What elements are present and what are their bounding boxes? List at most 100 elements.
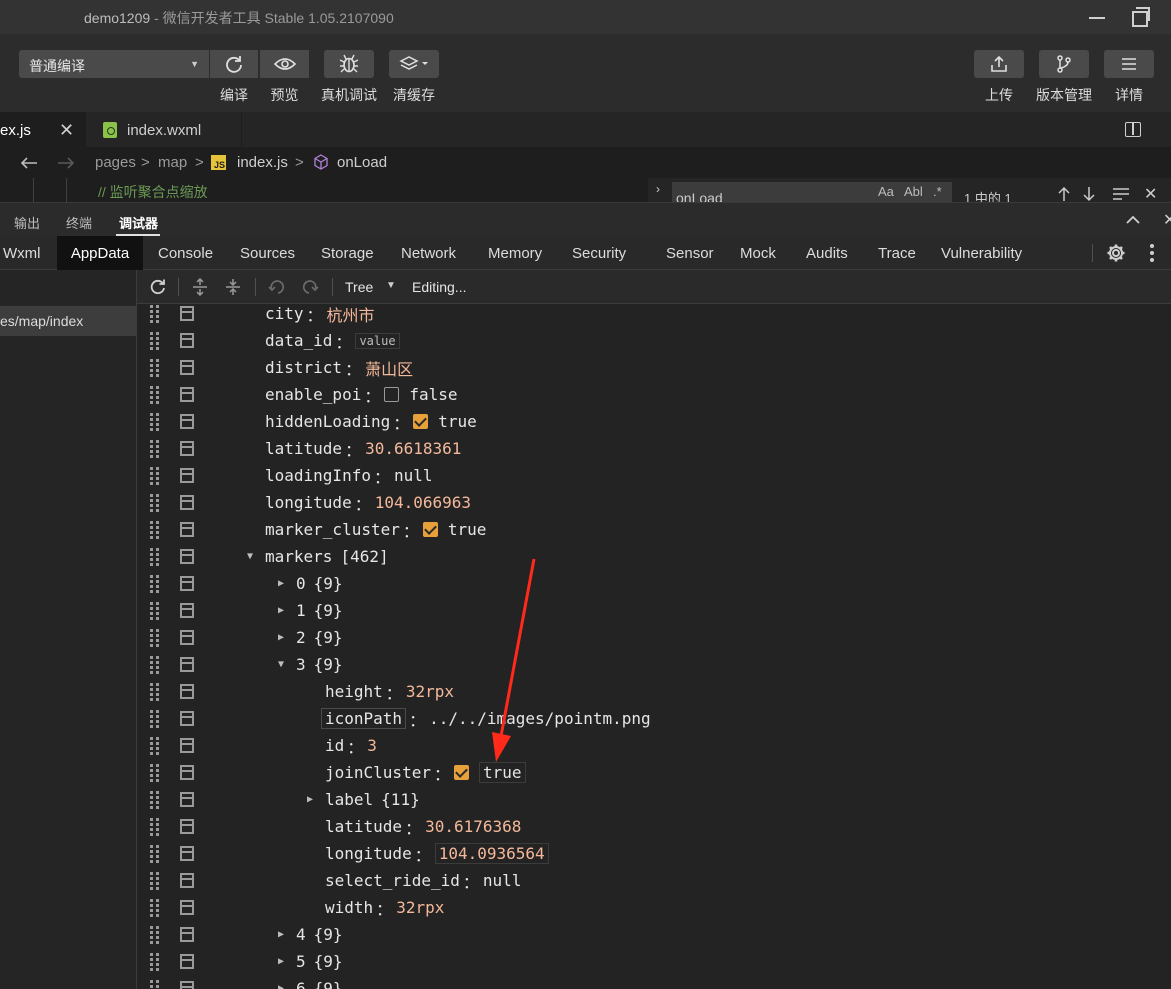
tree-row[interactable]: ▶ 2 {9} — [137, 624, 1171, 651]
device-debug-button[interactable] — [324, 50, 374, 78]
triangle-down-icon[interactable]: ▼ — [247, 551, 265, 562]
triangle-down-icon[interactable]: ▼ — [278, 659, 296, 670]
clear-cache-button[interactable] — [389, 50, 439, 78]
drag-handle-icon[interactable] — [150, 359, 159, 377]
tree-row[interactable]: city：杭州市 — [137, 304, 1171, 327]
tab-trace[interactable]: Trace — [878, 236, 916, 270]
triangle-right-icon[interactable]: ▶ — [278, 632, 296, 643]
drag-handle-icon[interactable] — [150, 602, 159, 620]
drag-handle-icon[interactable] — [150, 791, 159, 809]
drag-handle-icon[interactable] — [150, 386, 159, 404]
tab-debugger[interactable]: 调试器 — [119, 213, 158, 232]
drag-handle-icon[interactable] — [150, 953, 159, 971]
tree-row[interactable]: height： 32rpx — [137, 678, 1171, 705]
tree-row[interactable]: id： 3 — [137, 732, 1171, 759]
drag-handle-icon[interactable] — [150, 926, 159, 944]
view-mode-select[interactable]: Tree — [345, 279, 373, 295]
chevron-down-icon[interactable]: ▼ — [386, 280, 396, 291]
breadcrumb-index-js[interactable]: index.js — [237, 154, 288, 171]
preview-button[interactable] — [260, 50, 309, 78]
tab-index-js[interactable]: ex.js ✕ — [0, 112, 86, 148]
close-icon[interactable]: ✕ — [1144, 184, 1157, 202]
arrow-down-icon[interactable] — [1082, 186, 1096, 202]
drag-handle-icon[interactable] — [150, 764, 159, 782]
details-button[interactable] — [1104, 50, 1154, 78]
tree-value[interactable]: 萧山区 — [365, 356, 413, 380]
drag-handle-icon[interactable] — [150, 899, 159, 917]
tab-security[interactable]: Security — [572, 236, 626, 270]
tab-storage[interactable]: Storage — [321, 236, 374, 270]
tree-value[interactable]: null — [394, 466, 433, 485]
drag-handle-icon[interactable] — [150, 521, 159, 539]
undo-icon[interactable] — [268, 278, 286, 296]
tree-key-editing[interactable]: iconPath — [321, 708, 407, 729]
tree-row[interactable]: ▶ 5 {9} — [137, 948, 1171, 975]
split-editor-icon[interactable] — [1125, 122, 1141, 137]
page-item-map-index[interactable]: es/map/index — [0, 306, 136, 336]
drag-handle-icon[interactable] — [150, 845, 159, 863]
whole-word-icon[interactable]: Abl — [904, 184, 923, 199]
tree-value[interactable]: ../../images/pointm.png — [429, 709, 651, 728]
tree-row[interactable]: ▶ 4 {9} — [137, 921, 1171, 948]
tab-output[interactable]: 输出 — [14, 213, 40, 232]
restore-icon[interactable] — [1128, 6, 1154, 28]
forward-arrow-icon[interactable] — [57, 156, 75, 170]
chevron-right-icon[interactable]: › — [656, 182, 660, 196]
tree-row[interactable]: select_ride_id： null — [137, 867, 1171, 894]
tree-row[interactable]: width： 32rpx — [137, 894, 1171, 921]
tab-index-wxml[interactable]: index.wxml — [88, 112, 242, 148]
tree-value[interactable]: 30.6618361 — [365, 439, 461, 458]
tree-row[interactable]: latitude： 30.6176368 — [137, 813, 1171, 840]
tree-row[interactable]: ▼ markers [462] — [137, 543, 1171, 570]
upload-button[interactable] — [974, 50, 1024, 78]
drag-handle-icon[interactable] — [150, 710, 159, 728]
tab-console[interactable]: Console — [158, 236, 213, 270]
tab-mock[interactable]: Mock — [740, 236, 776, 270]
tab-memory[interactable]: Memory — [488, 236, 542, 270]
tree-row[interactable]: ▶ label {11} — [137, 786, 1171, 813]
regex-icon[interactable]: .* — [933, 184, 942, 199]
checkbox-checked[interactable] — [413, 414, 429, 429]
tree-row[interactable]: longitude： 104.066963 — [137, 489, 1171, 516]
checkbox-unchecked[interactable] — [384, 387, 400, 402]
collapse-all-icon[interactable] — [224, 278, 242, 296]
drag-handle-icon[interactable] — [150, 440, 159, 458]
breadcrumb-map[interactable]: map — [158, 154, 187, 171]
tree-row[interactable]: hiddenLoading： true — [137, 408, 1171, 435]
tree-value-input[interactable]: value — [355, 332, 400, 349]
arrow-up-icon[interactable] — [1057, 186, 1071, 202]
compile-button[interactable] — [210, 50, 258, 78]
tree-value[interactable]: 104.066963 — [375, 493, 471, 512]
back-arrow-icon[interactable] — [20, 156, 38, 170]
tree-value[interactable]: 杭州市 — [327, 304, 375, 326]
drag-handle-icon[interactable] — [150, 575, 159, 593]
triangle-right-icon[interactable]: ▶ — [307, 794, 325, 805]
drag-handle-icon[interactable] — [150, 818, 159, 836]
triangle-right-icon[interactable]: ▶ — [278, 578, 296, 589]
chevron-up-icon[interactable] — [1126, 215, 1140, 225]
drag-handle-icon[interactable] — [150, 467, 159, 485]
triangle-right-icon[interactable]: ▶ — [278, 929, 296, 940]
selection-icon[interactable] — [1112, 187, 1130, 201]
tree-value[interactable]: 32rpx — [396, 898, 444, 917]
drag-handle-icon[interactable] — [150, 413, 159, 431]
tab-sensor[interactable]: Sensor — [666, 236, 714, 270]
drag-handle-icon[interactable] — [150, 548, 159, 566]
drag-handle-icon[interactable] — [150, 332, 159, 350]
more-vertical-icon[interactable] — [1150, 244, 1156, 262]
tab-sources[interactable]: Sources — [240, 236, 295, 270]
drag-handle-icon[interactable] — [150, 737, 159, 755]
checkbox-checked[interactable] — [453, 765, 469, 780]
breadcrumb-onload[interactable]: onLoad — [337, 154, 387, 171]
tree-row[interactable]: enable_poi： false — [137, 381, 1171, 408]
tab-audits[interactable]: Audits — [806, 236, 848, 270]
tree-row[interactable]: joinCluster： true — [137, 759, 1171, 786]
tree-row[interactable]: iconPath： ../../images/pointm.png — [137, 705, 1171, 732]
tree-value[interactable]: 3 — [367, 736, 377, 755]
close-panel-icon[interactable]: ✕ — [1163, 210, 1171, 230]
drag-handle-icon[interactable] — [150, 656, 159, 674]
redo-icon[interactable] — [301, 278, 319, 296]
tab-appdata[interactable]: AppData — [57, 236, 143, 270]
breadcrumb-pages[interactable]: pages — [95, 154, 136, 171]
drag-handle-icon[interactable] — [150, 305, 159, 323]
